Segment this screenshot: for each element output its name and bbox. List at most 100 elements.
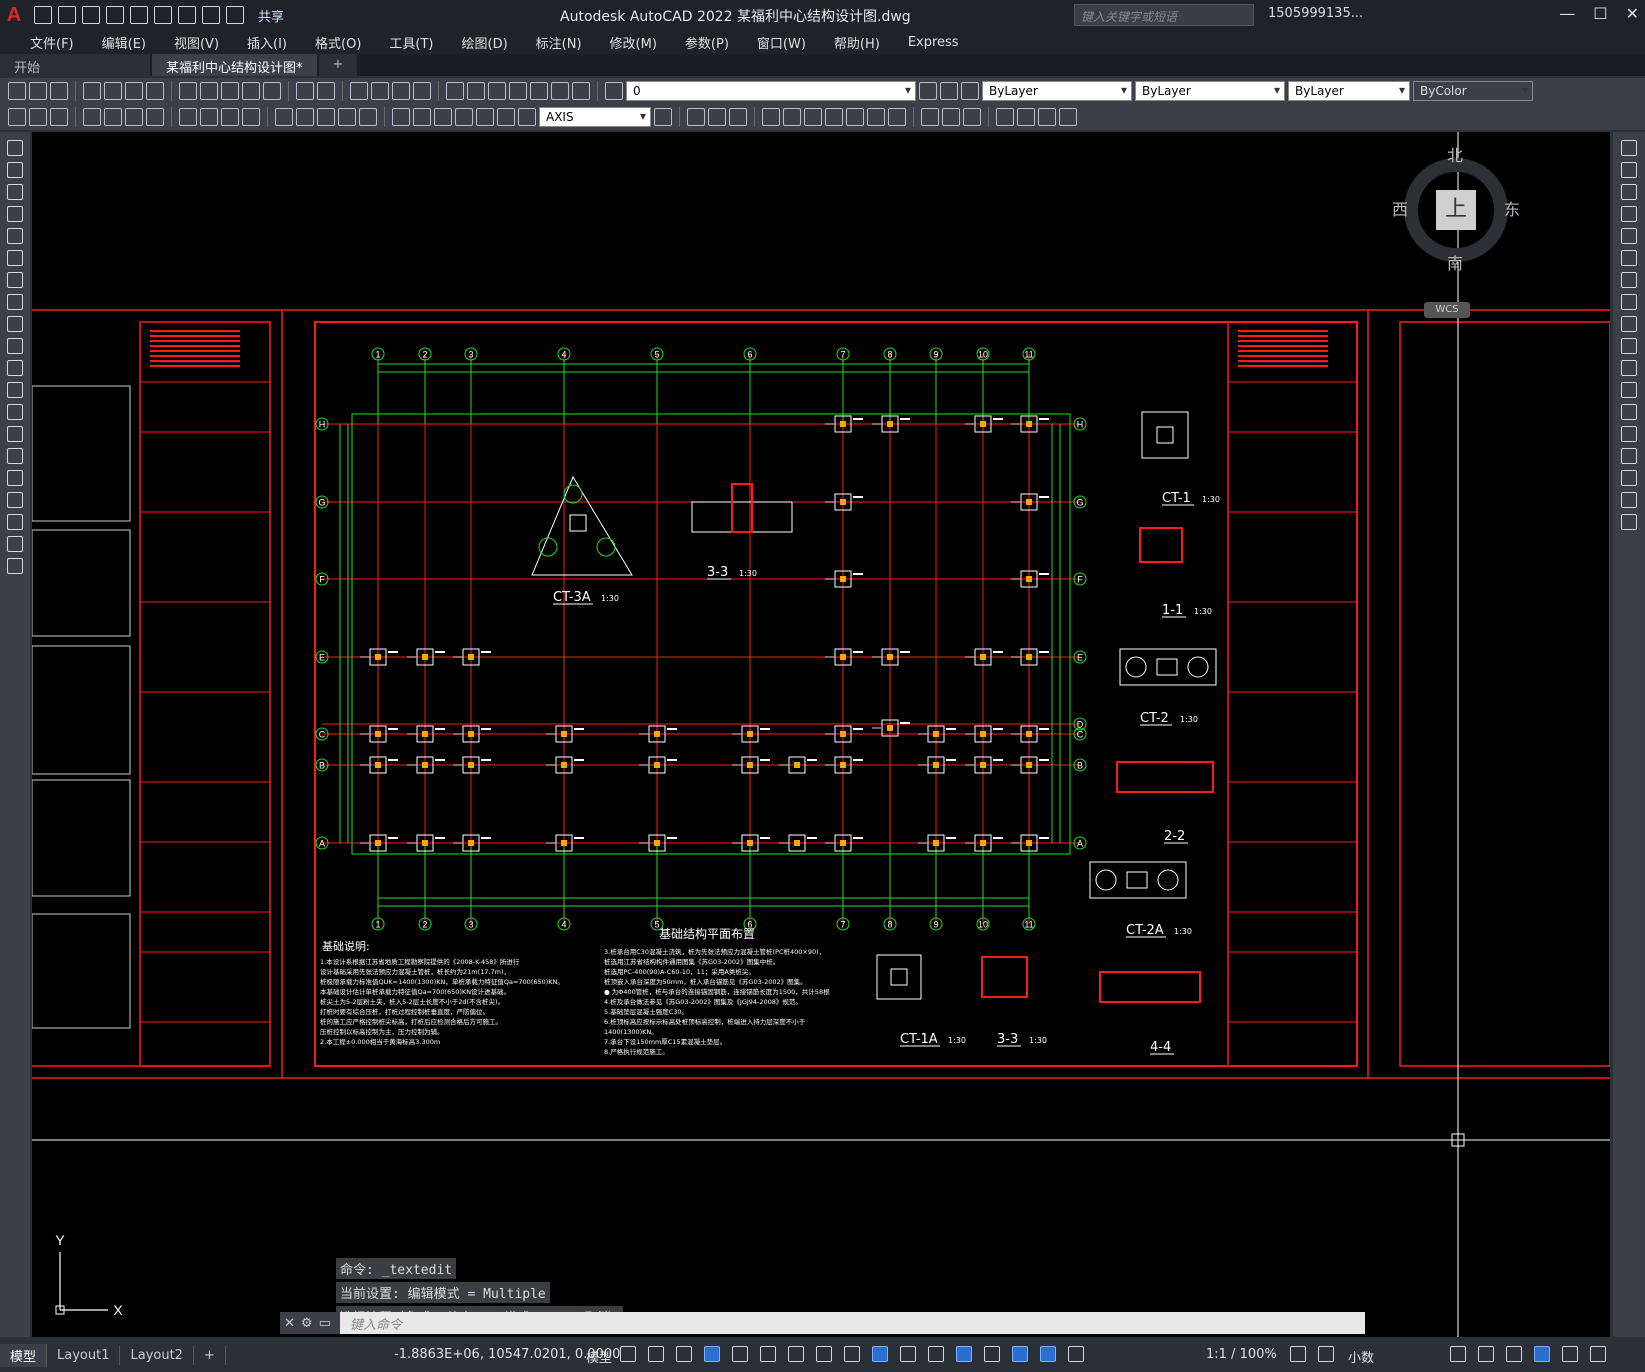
angular-icon[interactable] bbox=[242, 108, 260, 126]
linear-dimension-icon[interactable] bbox=[83, 108, 101, 126]
menu-modify[interactable]: 修改(M) bbox=[596, 33, 671, 52]
clean-screen-icon[interactable] bbox=[1562, 1346, 1578, 1362]
new-tab-button[interactable]: + bbox=[318, 54, 358, 76]
space-icon[interactable] bbox=[338, 108, 356, 126]
calculator-icon[interactable] bbox=[551, 82, 569, 100]
tool-palettes-icon[interactable] bbox=[488, 82, 506, 100]
tab-layout2[interactable]: Layout2 bbox=[120, 1345, 194, 1365]
dimension-edit-icon[interactable] bbox=[476, 108, 494, 126]
open-icon[interactable] bbox=[58, 6, 76, 24]
rotate-icon[interactable] bbox=[1621, 272, 1637, 288]
continue-icon[interactable] bbox=[317, 108, 335, 126]
share-button[interactable]: 共享 bbox=[258, 6, 284, 25]
aligned-dimension-icon[interactable] bbox=[104, 108, 122, 126]
modify-icon-7[interactable] bbox=[825, 108, 843, 126]
plot-icon[interactable] bbox=[83, 82, 101, 100]
menu-parametric[interactable]: 参数(P) bbox=[671, 33, 743, 52]
baseline-icon[interactable] bbox=[296, 108, 314, 126]
isodraft-icon[interactable] bbox=[760, 1346, 776, 1362]
transparency-icon[interactable] bbox=[872, 1346, 888, 1362]
menu-draw[interactable]: 绘图(D) bbox=[448, 33, 522, 52]
minimize-button[interactable]: — bbox=[1559, 4, 1575, 23]
isolate-objects-icon[interactable] bbox=[1506, 1346, 1522, 1362]
redo-icon[interactable] bbox=[226, 6, 244, 24]
stretch-icon[interactable] bbox=[1621, 316, 1637, 332]
zoom-previous-icon[interactable] bbox=[413, 82, 431, 100]
dimension-text-edit-icon[interactable] bbox=[497, 108, 515, 126]
save-icon[interactable] bbox=[50, 82, 68, 100]
explode-icon[interactable] bbox=[1621, 514, 1637, 530]
new-icon[interactable] bbox=[8, 82, 26, 100]
pan-icon[interactable] bbox=[350, 82, 368, 100]
plot-icon[interactable] bbox=[178, 6, 196, 24]
autocad-logo-icon[interactable]: A bbox=[0, 1, 28, 29]
modify-icon-8[interactable] bbox=[846, 108, 864, 126]
break-at-point-icon[interactable] bbox=[1621, 382, 1637, 398]
layer-tools-icon[interactable] bbox=[50, 108, 68, 126]
save-as-icon[interactable] bbox=[106, 6, 124, 24]
lineweight-icon[interactable] bbox=[844, 1346, 860, 1362]
line-icon[interactable] bbox=[7, 140, 23, 156]
zoom-window-icon[interactable] bbox=[392, 82, 410, 100]
join-icon[interactable] bbox=[1621, 426, 1637, 442]
polyline-icon[interactable] bbox=[7, 184, 23, 200]
modify-icon-12[interactable] bbox=[942, 108, 960, 126]
ortho-icon[interactable] bbox=[704, 1346, 720, 1362]
revision-cloud-icon[interactable] bbox=[7, 294, 23, 310]
selection-filter-icon[interactable] bbox=[984, 1346, 1000, 1362]
user-account[interactable]: 1505999135... bbox=[1268, 6, 1363, 21]
brush-icon[interactable] bbox=[263, 82, 281, 100]
layer-previous-icon[interactable] bbox=[940, 82, 958, 100]
trim-icon[interactable] bbox=[1621, 338, 1637, 354]
web-icon[interactable] bbox=[146, 82, 164, 100]
menu-window[interactable]: 窗口(W) bbox=[743, 33, 820, 52]
annotation-visibility-icon[interactable] bbox=[1040, 1346, 1056, 1362]
viewcube-top-face[interactable]: 上 bbox=[1436, 190, 1476, 230]
layer-icon[interactable] bbox=[29, 108, 47, 126]
layer-states-icon[interactable] bbox=[961, 82, 979, 100]
rectangle-icon[interactable] bbox=[7, 228, 23, 244]
auto-scale-icon[interactable] bbox=[1068, 1346, 1084, 1362]
linetype-dropdown[interactable]: ByLayer bbox=[1135, 81, 1285, 101]
circle-icon[interactable] bbox=[7, 272, 23, 288]
text-icon[interactable] bbox=[7, 536, 23, 552]
diameter-icon[interactable] bbox=[221, 108, 239, 126]
layer-properties-icon[interactable] bbox=[605, 82, 623, 100]
mirror-icon[interactable] bbox=[1621, 184, 1637, 200]
publish-icon[interactable] bbox=[125, 82, 143, 100]
polygon-icon[interactable] bbox=[7, 206, 23, 222]
undo-icon[interactable] bbox=[296, 82, 314, 100]
lineweight-dropdown[interactable]: ByLayer bbox=[1288, 81, 1410, 101]
maximize-button[interactable]: ☐ bbox=[1593, 4, 1607, 23]
modify-icon-16[interactable] bbox=[1038, 108, 1056, 126]
dimension-style-icon[interactable] bbox=[654, 108, 672, 126]
redo-icon[interactable] bbox=[317, 82, 335, 100]
break-object-icon[interactable] bbox=[1621, 404, 1637, 420]
compass-west[interactable]: 西 bbox=[1392, 196, 1408, 220]
menu-view[interactable]: 视图(V) bbox=[160, 33, 233, 52]
new-icon[interactable] bbox=[34, 6, 52, 24]
erase-icon[interactable] bbox=[1621, 140, 1637, 156]
tab-model[interactable]: 模型 bbox=[0, 1343, 48, 1367]
close-button[interactable]: ✕ bbox=[1626, 4, 1639, 23]
modify-icon-11[interactable] bbox=[921, 108, 939, 126]
infer-icon[interactable] bbox=[676, 1346, 692, 1362]
save-web-icon[interactable] bbox=[154, 6, 172, 24]
search-input[interactable]: 键入关键字或短语 bbox=[1074, 4, 1254, 26]
jogged-icon[interactable] bbox=[200, 108, 218, 126]
design-center-icon[interactable] bbox=[467, 82, 485, 100]
modify-icon-6[interactable] bbox=[804, 108, 822, 126]
close-icon[interactable]: ✕ bbox=[284, 1316, 295, 1331]
dynamic-ucs-icon[interactable] bbox=[956, 1346, 972, 1362]
ellipse-arc-icon[interactable] bbox=[7, 360, 23, 376]
modify-icon-13[interactable] bbox=[963, 108, 981, 126]
insert-block-icon[interactable] bbox=[7, 382, 23, 398]
markup-icon[interactable] bbox=[530, 82, 548, 100]
customize-icon[interactable]: ⚙ bbox=[301, 1316, 313, 1331]
ordinate-icon[interactable] bbox=[146, 108, 164, 126]
modify-icon-3[interactable] bbox=[729, 108, 747, 126]
extend-icon[interactable] bbox=[1621, 360, 1637, 376]
modify-icon-17[interactable] bbox=[1059, 108, 1077, 126]
arc-length-icon[interactable] bbox=[125, 108, 143, 126]
plus-icon[interactable] bbox=[1318, 1346, 1334, 1362]
